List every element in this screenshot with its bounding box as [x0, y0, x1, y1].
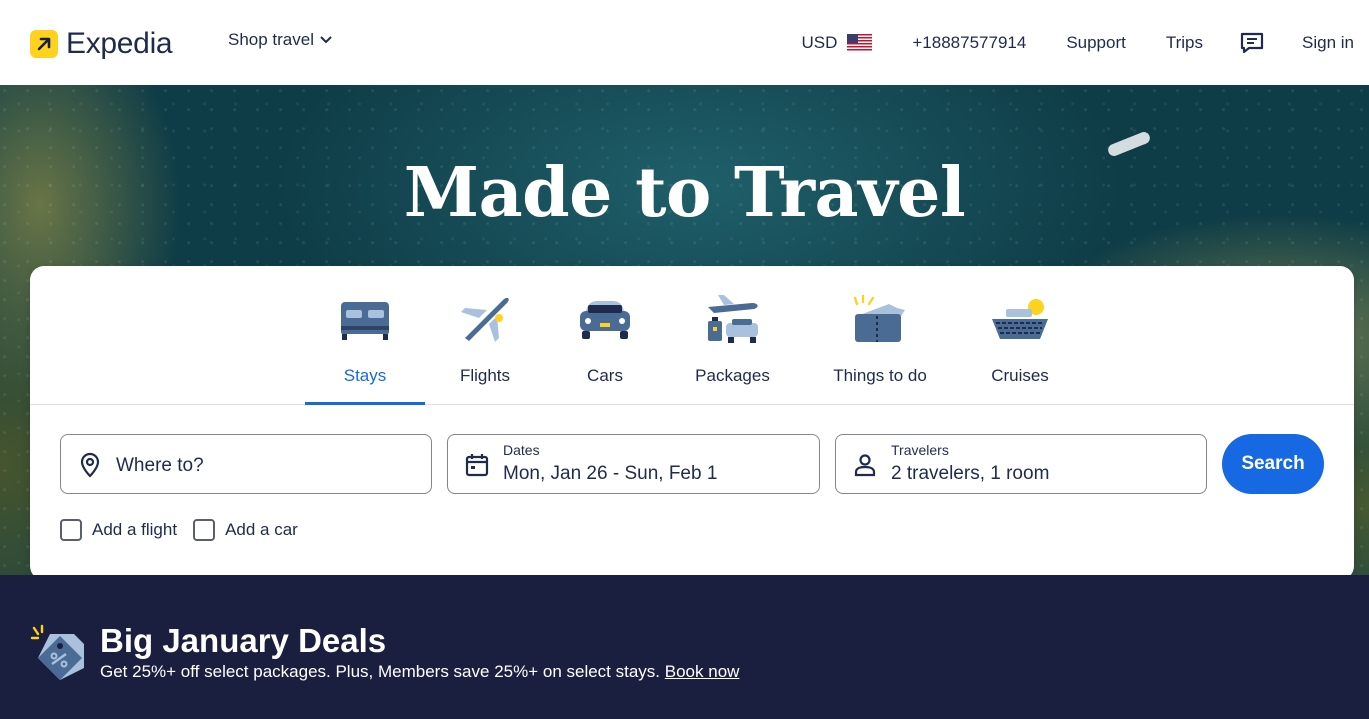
add-flight-checkbox[interactable]: Add a flight [60, 519, 177, 541]
airplane-icon [453, 292, 517, 348]
deals-banner: Big January Deals Get 25%+ off select pa… [0, 575, 1369, 719]
cruise-ship-icon [988, 292, 1052, 348]
tab-label: Packages [695, 366, 770, 385]
us-flag-icon [847, 34, 873, 51]
tab-label: Cars [587, 366, 623, 385]
tab-cars[interactable]: Cars [545, 266, 665, 405]
tab-cruises[interactable]: Cruises [965, 266, 1075, 405]
bed-icon [333, 292, 397, 348]
logo-arrow-icon [30, 30, 58, 58]
support-link[interactable]: Support [1066, 33, 1126, 53]
shop-travel-label: Shop travel [228, 30, 314, 49]
search-card: Stays Flights Cars Packages Things to do… [30, 266, 1354, 580]
tab-label: Flights [459, 366, 511, 385]
currency-selector[interactable]: USD [801, 32, 873, 53]
sign-in-link[interactable]: Sign in [1302, 33, 1354, 53]
expedia-logo[interactable]: Expedia [30, 27, 173, 61]
trips-link[interactable]: Trips [1166, 33, 1203, 53]
hero-title: Made to Travel [403, 153, 966, 233]
packages-icon [701, 292, 765, 348]
add-car-label: Add a car [225, 520, 298, 539]
tab-stays[interactable]: Stays [305, 266, 425, 405]
shop-travel-menu[interactable]: Shop travel [228, 30, 332, 50]
deals-title: Big January Deals [100, 622, 387, 659]
logo-text: Expedia [66, 27, 173, 60]
destination-placeholder: Where to? [116, 455, 204, 476]
dates-label: Dates [503, 442, 540, 458]
currency-label: USD [801, 32, 838, 52]
person-icon [854, 454, 876, 477]
tab-label: Things to do [833, 366, 927, 385]
add-car-checkbox[interactable]: Add a car [193, 519, 298, 541]
phone-link[interactable]: +18887577914 [912, 33, 1026, 53]
lob-tabs: Stays Flights Cars Packages Things to do… [30, 266, 1354, 405]
add-ons: Add a flight Add a car [60, 519, 298, 541]
dates-value: Mon, Jan 26 - Sun, Feb 1 [503, 463, 718, 484]
tab-label: Stays [343, 366, 387, 385]
header-nav: USD +18887577914 Support Trips Sign in [801, 0, 1354, 85]
checkbox-icon[interactable] [193, 519, 216, 541]
location-pin-icon [80, 452, 100, 478]
destination-field[interactable]: Where to? [60, 434, 432, 494]
travelers-value: 2 travelers, 1 room [891, 463, 1050, 484]
car-icon [573, 292, 637, 348]
chevron-down-icon [320, 36, 332, 44]
price-tag-icon [30, 624, 84, 680]
tab-packages[interactable]: Packages [670, 266, 795, 405]
ticket-icon [848, 292, 912, 348]
tab-flights[interactable]: Flights [425, 266, 545, 405]
travelers-field[interactable]: Travelers 2 travelers, 1 room [835, 434, 1207, 494]
search-button[interactable]: Search [1222, 434, 1324, 494]
travelers-label: Travelers [891, 442, 949, 458]
book-now-link[interactable]: Book now [665, 662, 740, 681]
add-flight-label: Add a flight [92, 520, 178, 539]
calendar-icon [465, 454, 489, 477]
top-header: Expedia Shop travel USD +18887577914 Sup… [0, 0, 1369, 85]
chat-icon[interactable] [1239, 30, 1265, 56]
checkbox-icon[interactable] [60, 519, 82, 541]
tab-label: Cruises [991, 366, 1049, 385]
deals-description: Get 25%+ off select packages. Plus, Memb… [100, 662, 739, 682]
deals-text: Get 25%+ off select packages. Plus, Memb… [100, 662, 661, 681]
dates-field[interactable]: Dates Mon, Jan 26 - Sun, Feb 1 [447, 434, 820, 494]
tab-things-to-do[interactable]: Things to do [810, 266, 950, 405]
